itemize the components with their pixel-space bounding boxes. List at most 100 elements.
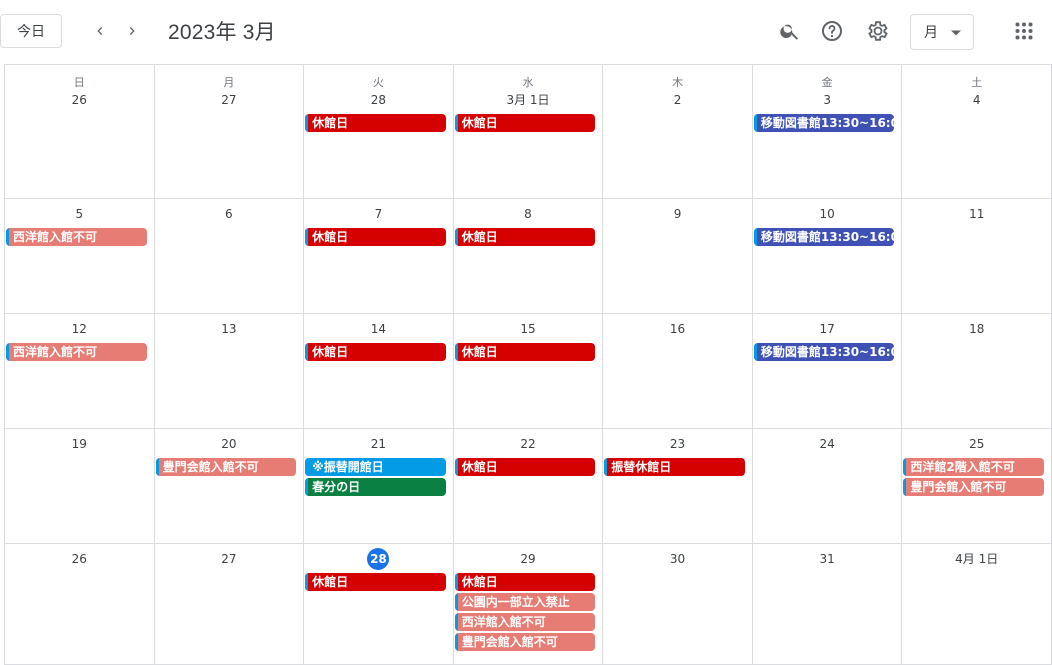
today-button[interactable]: 今日 [0,14,62,48]
day-number[interactable]: 30 [603,548,752,570]
day-cell[interactable]: 17 移動図書館13:30~16:0 [752,314,903,429]
apps-button[interactable] [1009,16,1039,46]
day-number[interactable]: 6 [155,203,304,225]
event-chip[interactable]: 休館日 [305,228,446,246]
event-chip[interactable]: 西洋館2階入館不可 [903,458,1044,476]
event-chip[interactable]: 豊門会館入館不可 [454,633,596,651]
day-number[interactable]: 7 [304,203,453,225]
day-cell[interactable]: 26 [5,544,155,665]
day-number[interactable]: 16 [603,318,752,340]
day-number[interactable]: 14 [304,318,453,340]
day-number[interactable]: 12 [5,318,154,340]
event-chip[interactable]: 西洋館入館不可 [454,613,596,631]
day-number[interactable]: 23 [603,433,752,455]
day-cell[interactable]: 19 [5,429,155,544]
day-number[interactable]: 21 [304,433,453,455]
day-number[interactable]: 25 [902,433,1051,455]
day-cell[interactable]: 30 [603,544,753,665]
day-cell[interactable]: 5 西洋館入館不可 [5,199,155,314]
day-number[interactable]: 26 [5,548,154,570]
day-cell[interactable]: 21 ※振替開館日 春分の日 [304,429,454,544]
day-cell[interactable]: 31 [752,544,903,665]
day-cell[interactable]: 28 休館日 [304,544,454,665]
day-cell[interactable]: 24 [752,429,903,544]
day-number[interactable]: 29 [454,548,603,570]
event-chip[interactable]: 西洋館入館不可 [6,343,147,361]
previous-month-button[interactable] [86,17,114,45]
day-cell[interactable]: 14 休館日 [304,314,454,429]
day-cell[interactable]: 木2 [603,65,753,199]
day-number[interactable]: 27 [155,89,304,111]
day-cell[interactable]: 土4 [902,65,1052,199]
day-cell[interactable]: 日 26 [5,65,155,199]
day-number[interactable]: 28 [304,89,453,111]
day-cell[interactable]: 29 休館日公園内一部立入禁止 西洋館入館不可 豊門会館入館不可 [453,544,604,665]
event-chip[interactable]: 休館日 [454,573,596,591]
day-cell[interactable]: 7 休館日 [304,199,454,314]
settings-button[interactable] [863,16,893,46]
event-chip[interactable]: 春分の日 [305,478,446,496]
day-number[interactable]: 31 [753,548,902,570]
day-number[interactable]: 4 [902,89,1051,111]
day-number[interactable]: 24 [753,433,902,455]
day-number[interactable]: 2 [603,89,752,111]
day-cell[interactable]: 11 [902,199,1052,314]
day-cell[interactable]: 6 [154,199,305,314]
event-chip[interactable]: 移動図書館13:30~16:0 [753,228,895,246]
event-chip[interactable]: 公園内一部立入禁止 [454,593,596,611]
event-chip[interactable]: 移動図書館13:30~16:0 [753,343,895,361]
event-chip[interactable]: 振替休館日 [604,458,745,476]
day-cell[interactable]: 25 西洋館2階入館不可 豊門会館入館不可 [902,429,1052,544]
day-number[interactable]: 28 [304,548,453,570]
event-chip[interactable]: 休館日 [454,114,596,132]
day-cell[interactable]: 4月 1日 [902,544,1052,665]
day-number[interactable]: 22 [454,433,603,455]
day-number[interactable]: 26 [5,89,154,111]
help-button[interactable] [817,16,847,46]
search-button[interactable] [775,16,805,46]
day-number[interactable]: 9 [603,203,752,225]
day-cell[interactable]: 金 3 移動図書館13:30~16:0 [752,65,903,199]
day-number[interactable]: 3月 1日 [454,89,603,111]
event-chip[interactable]: 豊門会館入館不可 [903,478,1044,496]
day-cell[interactable]: 23 振替休館日 [603,429,753,544]
event-chip[interactable]: 休館日 [454,458,596,476]
day-number[interactable]: 27 [155,548,304,570]
day-cell[interactable]: 9 [603,199,753,314]
day-number[interactable]: 11 [902,203,1051,225]
day-cell[interactable]: 15 休館日 [453,314,604,429]
event-chip[interactable]: 西洋館入館不可 [6,228,147,246]
day-number[interactable]: 8 [454,203,603,225]
day-cell[interactable]: 8 休館日 [453,199,604,314]
day-number[interactable]: 15 [454,318,603,340]
day-cell[interactable]: 12 西洋館入館不可 [5,314,155,429]
today-indicator[interactable]: 28 [367,548,390,570]
event-chip[interactable]: ※振替開館日 [305,458,446,476]
event-chip[interactable]: 休館日 [305,343,446,361]
view-selector[interactable]: 月 [910,14,974,50]
next-month-button[interactable] [118,17,146,45]
day-number[interactable]: 10 [753,203,902,225]
event-chip[interactable]: 休館日 [305,114,446,132]
day-cell[interactable]: 22 休館日 [453,429,604,544]
event-chip[interactable]: 休館日 [454,228,596,246]
day-cell[interactable]: 20 豊門会館入館不可 [154,429,305,544]
day-cell[interactable]: 18 [902,314,1052,429]
day-number[interactable]: 4月 1日 [902,548,1051,570]
day-cell[interactable]: 10 移動図書館13:30~16:0 [752,199,903,314]
event-chip[interactable]: 休館日 [454,343,596,361]
day-number[interactable]: 17 [753,318,902,340]
day-number[interactable]: 5 [5,203,154,225]
event-chip[interactable]: 移動図書館13:30~16:0 [753,114,895,132]
day-cell[interactable]: 16 [603,314,753,429]
day-number[interactable]: 3 [753,89,902,111]
day-cell[interactable]: 月 27 [154,65,305,199]
day-number[interactable]: 19 [5,433,154,455]
day-cell[interactable]: 27 [154,544,305,665]
day-cell[interactable]: 13 [154,314,305,429]
event-chip[interactable]: 豊門会館入館不可 [155,458,297,476]
day-number[interactable]: 13 [155,318,304,340]
event-chip[interactable]: 休館日 [305,573,446,591]
day-number[interactable]: 18 [902,318,1051,340]
day-cell[interactable]: 火 28 休館日 [304,65,454,199]
